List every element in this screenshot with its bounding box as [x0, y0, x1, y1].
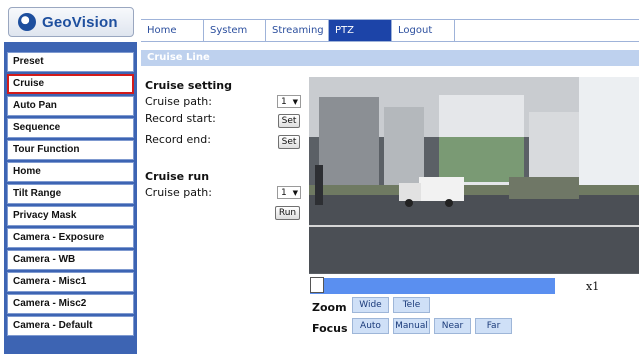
logo-mark-icon [18, 13, 36, 31]
sidebar-item-preset[interactable]: Preset [7, 52, 134, 72]
sidebar-item-camera-exposure[interactable]: Camera - Exposure [7, 228, 134, 248]
tab-empty [455, 20, 639, 41]
sidebar-item-home[interactable]: Home [7, 162, 134, 182]
sidebar-item-sequence[interactable]: Sequence [7, 118, 134, 138]
focus-auto-button[interactable]: Auto [352, 318, 389, 334]
sidebar-item-camera-misc1[interactable]: Camera - Misc1 [7, 272, 134, 292]
cruise-path-label: Cruise path: [145, 95, 212, 108]
focus-far-button[interactable]: Far [475, 318, 512, 334]
tab-ptz[interactable]: PTZ [329, 20, 392, 41]
zoom-wide-button[interactable]: Wide [352, 297, 389, 313]
record-start-label: Record start: [145, 112, 216, 125]
run-button[interactable]: Run [275, 206, 300, 220]
sidebar-item-cruise[interactable]: Cruise [7, 74, 134, 94]
cruise-run-path-select[interactable]: 1 ▼ [277, 186, 301, 199]
record-start-set-button[interactable]: Set [278, 114, 300, 128]
cruise-run-heading: Cruise run [145, 170, 210, 183]
zoom-tele-button[interactable]: Tele [393, 297, 430, 313]
sidebar: Preset Cruise Auto Pan Sequence Tour Fun… [4, 42, 137, 354]
section-title: Cruise Line [141, 50, 639, 66]
top-navigation: Home System Streaming PTZ Logout [141, 19, 639, 42]
sidebar-item-tilt-range[interactable]: Tilt Range [7, 184, 134, 204]
zoom-slider-track[interactable] [310, 278, 555, 294]
camera-live-view[interactable] [309, 77, 639, 274]
cruise-path-select[interactable]: 1 ▼ [277, 95, 301, 108]
record-end-label: Record end: [145, 133, 211, 146]
cruise-run-path-label: Cruise path: [145, 186, 212, 199]
zoom-label: Zoom [312, 301, 347, 314]
sidebar-item-camera-wb[interactable]: Camera - WB [7, 250, 134, 270]
cruise-path-value: 1 [281, 97, 287, 107]
cruise-setting-heading: Cruise setting [145, 79, 232, 92]
tab-system[interactable]: System [204, 20, 266, 41]
sidebar-item-privacy-mask[interactable]: Privacy Mask [7, 206, 134, 226]
zoom-level: x1 [586, 280, 600, 293]
logo-area: GeoVision [0, 0, 141, 40]
sidebar-item-camera-default[interactable]: Camera - Default [7, 316, 134, 336]
focus-manual-button[interactable]: Manual [393, 318, 430, 334]
zoom-slider-handle[interactable] [310, 277, 324, 293]
tab-home[interactable]: Home [141, 20, 204, 41]
camera-scene [309, 77, 639, 274]
chevron-down-icon: ▼ [292, 189, 298, 197]
sidebar-item-auto-pan[interactable]: Auto Pan [7, 96, 134, 116]
record-end-set-button[interactable]: Set [278, 135, 300, 149]
geovision-logo: GeoVision [8, 7, 134, 37]
tab-streaming[interactable]: Streaming [266, 20, 329, 41]
focus-label: Focus [312, 322, 348, 335]
sidebar-item-camera-misc2[interactable]: Camera - Misc2 [7, 294, 134, 314]
tab-logout[interactable]: Logout [392, 20, 455, 41]
brand-name: GeoVision [42, 13, 118, 31]
cruise-run-path-value: 1 [281, 188, 287, 198]
sidebar-item-tour-function[interactable]: Tour Function [7, 140, 134, 160]
chevron-down-icon: ▼ [292, 98, 298, 106]
focus-near-button[interactable]: Near [434, 318, 471, 334]
